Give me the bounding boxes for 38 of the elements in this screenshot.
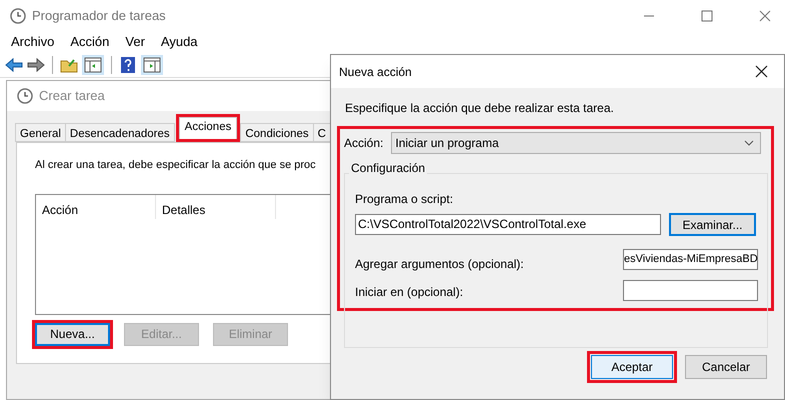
folder-icon[interactable] — [60, 56, 78, 72]
close-icon[interactable] — [755, 65, 768, 78]
field-label: Programa o script: — [355, 191, 454, 208]
clock-icon — [17, 88, 33, 104]
tab[interactable]: General — [15, 123, 66, 142]
program-field[interactable]: C:\VSControlTotal2022\VSControlTotal.exe — [355, 214, 661, 235]
window-title: Programador de tareas — [32, 7, 166, 26]
browse-button[interactable]: Examinar... — [669, 213, 756, 236]
help-icon[interactable] — [119, 56, 137, 74]
menu-item[interactable]: Ver — [125, 32, 145, 52]
button[interactable]: Nueva... — [35, 322, 110, 346]
start-in-field[interactable] — [623, 280, 758, 300]
tab[interactable]: Acciones — [178, 117, 238, 139]
forward-arrow-icon[interactable] — [27, 56, 45, 72]
column-header[interactable]: Acción — [36, 194, 156, 218]
back-arrow-icon[interactable] — [5, 56, 23, 72]
dialog-title: Nueva acción — [339, 64, 412, 80]
menu-item[interactable]: Acción — [70, 32, 110, 52]
button[interactable]: Cancelar — [685, 355, 767, 379]
field-label: Iniciar en (opcional): — [355, 284, 464, 301]
maximize-icon[interactable] — [701, 10, 713, 22]
window-title: Crear tarea — [39, 87, 105, 106]
menu-item[interactable]: Ayuda — [160, 32, 198, 52]
tab[interactable]: Condiciones — [240, 123, 314, 142]
panel-icon[interactable] — [82, 54, 104, 74]
instruction-text: Especifique la acción que debe realizar esta tarea. — [344, 100, 615, 117]
chevron-down-icon — [744, 140, 754, 146]
column-header[interactable]: Detalles — [156, 194, 276, 218]
arguments-field[interactable]: esViviendas-MiEmpresaBD — [623, 248, 758, 270]
menu-item[interactable]: Archivo — [11, 32, 54, 52]
action-dropdown[interactable]: Iniciar un programa — [391, 132, 762, 154]
panel-icon[interactable] — [141, 54, 163, 74]
field-label: Agregar argumentos (opcional): — [355, 256, 525, 273]
tab[interactable]: Desencadenadores — [64, 123, 175, 142]
button[interactable]: Aceptar — [591, 355, 673, 379]
clock-icon — [10, 8, 26, 24]
description-text: Al crear una tarea, debe especificar la acción que se proc — [35, 158, 316, 173]
field-label: Acción: — [344, 135, 384, 152]
